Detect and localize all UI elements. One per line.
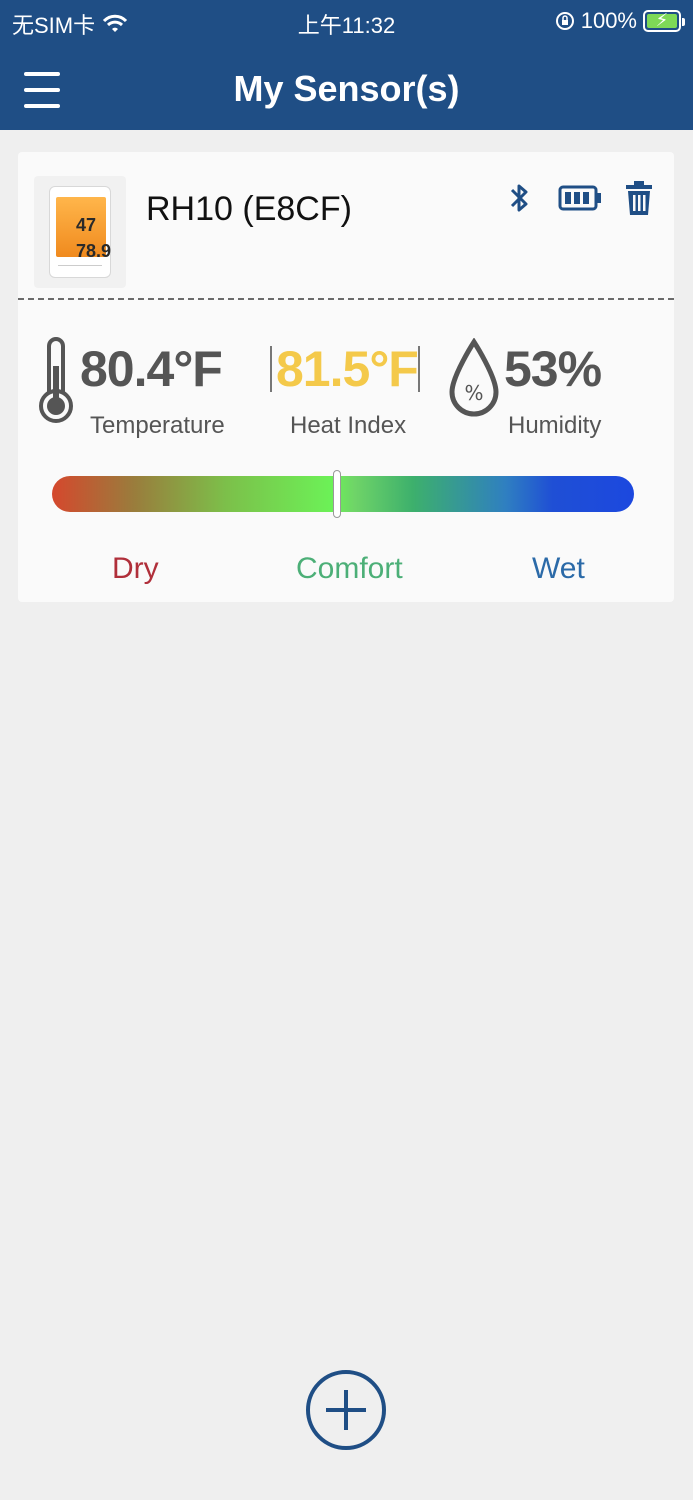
- bluetooth-icon: [510, 184, 528, 212]
- svg-text:%: %: [464, 381, 483, 405]
- thumbnail-reading-bottom: 78.9: [76, 241, 112, 261]
- separator-right: [418, 346, 420, 392]
- heat-index-value: 81.5°F: [276, 341, 419, 397]
- thermometer-device-image: 47 78.9: [49, 186, 111, 278]
- comfort-indicator: [333, 470, 342, 518]
- device-name: RH10 (E8CF): [146, 190, 352, 228]
- trash-icon[interactable]: [624, 180, 654, 216]
- thermometer-icon: [39, 337, 73, 423]
- humidity-drop-icon: %: [449, 338, 499, 417]
- label-dry: Dry: [112, 552, 159, 585]
- heat-index-label: Heat Index: [290, 412, 407, 439]
- humidity-value: 53%: [504, 341, 602, 397]
- rotation-lock-icon: [555, 12, 574, 30]
- battery-icon: [558, 185, 601, 211]
- temperature-label: Temperature: [90, 412, 225, 439]
- status-right: 100% ⚡: [555, 8, 685, 34]
- status-bar: 无SIM卡 上午11:32 100% ⚡: [0, 0, 693, 44]
- humidity-label: Humidity: [508, 412, 602, 439]
- app-header: 无SIM卡 上午11:32 100% ⚡ My Sensor(s): [0, 0, 693, 130]
- sensor-card[interactable]: 47 78.9 RH10 (E8CF) 80.4°F Temperature 8…: [18, 152, 674, 602]
- battery-percent: 100%: [580, 8, 637, 33]
- page-title: My Sensor(s): [233, 68, 460, 109]
- device-row: 47 78.9 RH10 (E8CF): [18, 152, 674, 300]
- separator-left: [270, 346, 272, 392]
- comfort-gradient-bar: [52, 476, 634, 512]
- card-divider: [18, 298, 674, 300]
- label-comfort: Comfort: [296, 552, 403, 585]
- battery-status-icon: ⚡: [643, 10, 685, 32]
- add-sensor-button[interactable]: [306, 1360, 386, 1460]
- label-wet: Wet: [532, 552, 585, 585]
- thumbnail-reading-top: 47: [76, 215, 97, 235]
- device-thumbnail: 47 78.9: [34, 176, 126, 288]
- temperature-value: 80.4°F: [80, 341, 223, 397]
- app-root: 无SIM卡 上午11:32 100% ⚡ My Sensor(s) 47 78.…: [0, 0, 693, 1500]
- metrics-row: 80.4°F Temperature 81.5°F Heat Index % 5…: [18, 332, 674, 439]
